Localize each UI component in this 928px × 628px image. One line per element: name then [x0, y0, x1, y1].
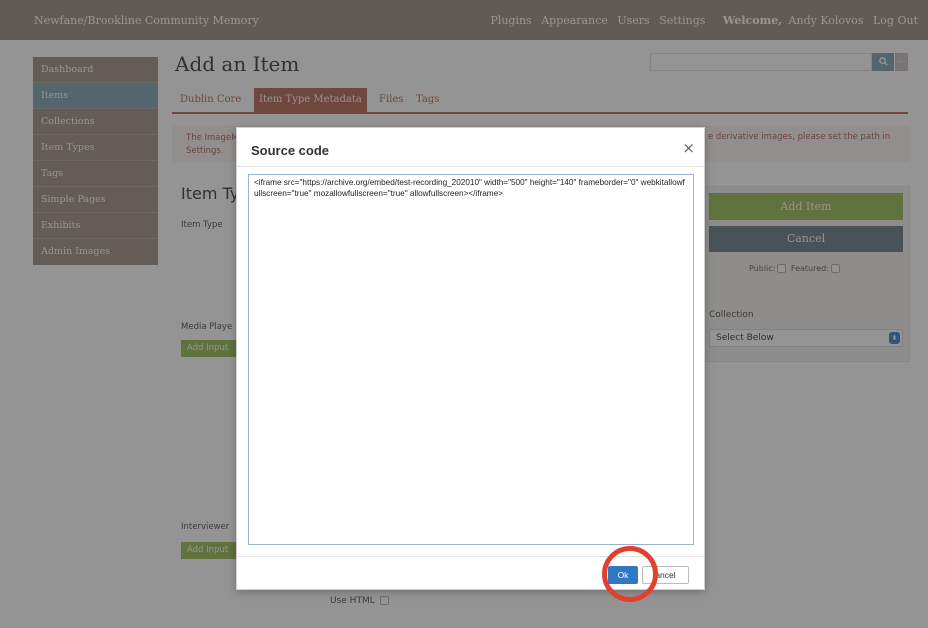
dialog-title: Source code — [251, 143, 330, 158]
dialog-divider — [237, 166, 704, 167]
close-icon[interactable]: × — [682, 139, 695, 157]
source-code-dialog: Source code × <iframe src="https://archi… — [236, 127, 705, 590]
highlight-circle — [602, 546, 658, 602]
source-code-textarea[interactable]: <iframe src="https://archive.org/embed/t… — [248, 174, 694, 545]
